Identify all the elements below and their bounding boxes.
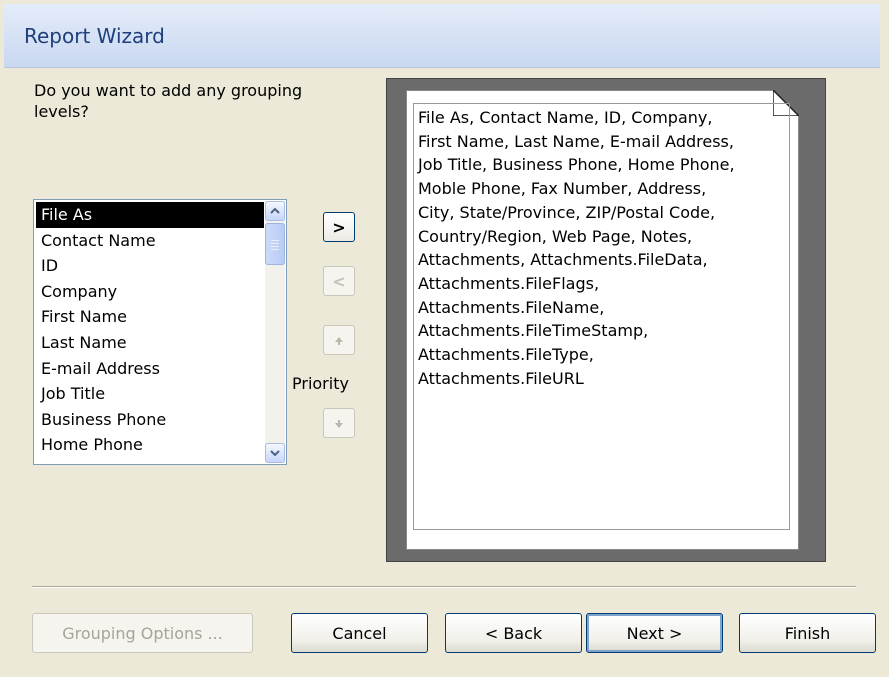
report-wizard-window: Report Wizard Do you want to add any gro… xyxy=(0,0,889,677)
add-grouping-button[interactable]: > xyxy=(323,212,355,242)
priority-down-button[interactable] xyxy=(323,408,355,438)
field-list-item[interactable]: File As xyxy=(36,202,264,228)
scrollbar-thumb[interactable] xyxy=(265,223,285,265)
priority-up-button[interactable] xyxy=(323,325,355,355)
preview-line: First Name, Last Name, E-mail Address, xyxy=(418,131,734,151)
field-list-item[interactable]: ID xyxy=(36,253,264,279)
preview-line: Attachments.FileType, xyxy=(418,345,594,365)
field-list-item[interactable]: Contact Name xyxy=(36,228,264,254)
vertical-scrollbar[interactable] xyxy=(265,201,285,463)
field-list-item[interactable]: Home Phone xyxy=(36,432,264,458)
window-title: Report Wizard xyxy=(24,24,165,48)
preview-line: City, State/Province, ZIP/Postal Code, xyxy=(418,202,716,222)
remove-grouping-button[interactable]: < xyxy=(323,266,355,296)
field-list-item[interactable]: Job Title xyxy=(36,381,264,407)
field-listbox[interactable]: File As Contact Name ID Company First Name La… xyxy=(33,199,287,465)
arrow-up-icon xyxy=(334,331,344,350)
preview-field-text: File As, Contact Name, ID, Company, First… xyxy=(418,106,785,390)
priority-label: Priority xyxy=(292,374,349,393)
preview-line: Attachments.FileName, xyxy=(418,297,605,317)
grouping-options-button[interactable]: Grouping Options ... xyxy=(32,613,253,653)
title-bar: Report Wizard xyxy=(4,4,880,68)
preview-line: Attachments.FileURL xyxy=(418,368,584,388)
divider xyxy=(32,586,856,588)
grouping-prompt: Do you want to add any grouping levels? xyxy=(34,81,303,121)
grouping-preview: File As, Contact Name, ID, Company, First… xyxy=(386,78,826,562)
field-list-item[interactable]: Company xyxy=(36,279,264,305)
preview-line: Attachments.FileFlags, xyxy=(418,273,600,293)
preview-page: File As, Contact Name, ID, Company, First… xyxy=(406,90,799,550)
preview-group-box: File As, Contact Name, ID, Company, First… xyxy=(413,103,790,530)
preview-line: File As, Contact Name, ID, Company, xyxy=(418,108,713,127)
preview-line: Job Title, Business Phone, Home Phone, xyxy=(418,155,735,175)
field-list-item[interactable]: Business Phone xyxy=(36,407,264,433)
field-list-item[interactable]: E-mail Address xyxy=(36,356,264,382)
chevron-up-icon[interactable] xyxy=(265,201,285,221)
next-button[interactable]: Next > xyxy=(586,613,723,653)
preview-line: Attachments.FileTimeStamp, xyxy=(418,321,649,341)
cancel-button[interactable]: Cancel xyxy=(291,613,428,653)
field-list-items: File As Contact Name ID Company First Name La… xyxy=(36,202,264,458)
field-list-item[interactable]: Last Name xyxy=(36,330,264,356)
preview-line: Country/Region, Web Page, Notes, xyxy=(418,226,693,246)
chevron-down-icon[interactable] xyxy=(265,443,285,463)
back-button[interactable]: < Back xyxy=(445,613,582,653)
arrow-down-icon xyxy=(334,414,344,433)
finish-button[interactable]: Finish xyxy=(739,613,876,653)
preview-line: Moble Phone, Fax Number, Address, xyxy=(418,179,707,199)
preview-line: Attachments, Attachments.FileData, xyxy=(418,250,708,270)
field-list-item[interactable]: First Name xyxy=(36,304,264,330)
